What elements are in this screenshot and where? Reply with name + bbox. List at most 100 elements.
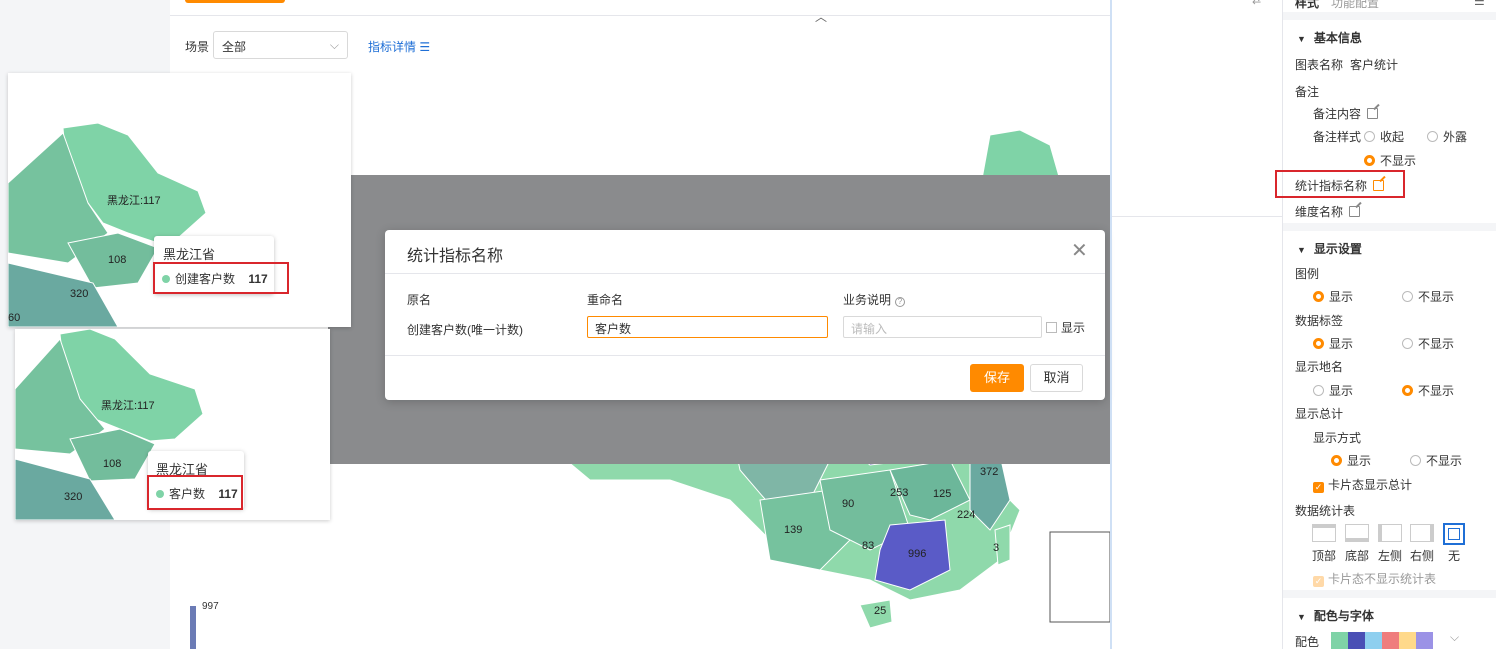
map-label: 139: [784, 524, 802, 536]
table-pos-label: 顶部: [1312, 549, 1337, 563]
map-label: 25: [874, 605, 886, 617]
radio-selected-icon[interactable]: [1364, 155, 1375, 166]
total-show[interactable]: 显示: [1331, 452, 1371, 469]
edit-icon[interactable]: [1373, 180, 1385, 191]
cancel-button[interactable]: 取消: [1030, 364, 1083, 392]
table-bottom-icon[interactable]: [1345, 524, 1369, 542]
chart-name-value: 客户统计: [1350, 58, 1399, 72]
data-label-show[interactable]: 显示: [1313, 335, 1353, 352]
show-checkbox-label: 显示: [1061, 321, 1086, 335]
legend-show[interactable]: 显示: [1313, 288, 1353, 305]
map-label: 125: [933, 488, 951, 500]
caret-down-icon: ▼: [1297, 34, 1306, 44]
radio-selected-icon[interactable]: [1331, 455, 1342, 466]
table-left-icon[interactable]: [1378, 524, 1402, 542]
dimension-label: 维度名称: [1295, 205, 1344, 219]
palette-swatches[interactable]: [1331, 632, 1433, 652]
radio-icon[interactable]: [1402, 338, 1413, 349]
right-panel-border: [1282, 0, 1283, 649]
rename-indicator-dialog: 统计指标名称 ✕ 原名 重命名 业务说明? 创建客户数(唯一计数) 客户数 请输…: [385, 230, 1105, 400]
palette-label: 配色: [1295, 635, 1320, 649]
table-top-icon[interactable]: [1312, 524, 1336, 542]
remark-content: 备注内容: [1313, 105, 1379, 122]
list-icon: ☰: [419, 40, 431, 54]
section-basic-info[interactable]: ▼ 基本信息: [1297, 29, 1362, 46]
radio-label: 不显示: [1380, 154, 1417, 168]
legend-gradient-bar: [190, 606, 196, 649]
edit-icon[interactable]: [1367, 108, 1379, 119]
scene-label: 场景: [185, 40, 210, 54]
table-none-icon[interactable]: [1443, 523, 1465, 545]
indicator-detail-link[interactable]: 指标详情 ☰: [368, 38, 430, 55]
remark-label: 备注: [1295, 85, 1320, 99]
dialog-divider: [385, 355, 1105, 356]
radio-label: 不显示: [1426, 454, 1463, 468]
data-label-hide[interactable]: 不显示: [1402, 335, 1454, 352]
display-mode-label: 显示方式: [1313, 431, 1362, 445]
help-icon[interactable]: ?: [895, 297, 906, 307]
check-icon[interactable]: ✓: [1313, 482, 1324, 493]
tooltip-metric: 创建客户数: [175, 272, 236, 286]
place-show[interactable]: 显示: [1313, 382, 1353, 399]
radio-icon[interactable]: [1402, 291, 1413, 302]
swap-icon[interactable]: ⇄: [1252, 0, 1261, 7]
original-name: 创建客户数(唯一计数): [407, 323, 523, 337]
radio-icon[interactable]: [1410, 455, 1421, 466]
legend-hide[interactable]: 不显示: [1402, 288, 1454, 305]
close-icon[interactable]: ✕: [1071, 238, 1088, 263]
chevron-down-icon[interactable]: ⌵: [1450, 630, 1459, 645]
column-original: 原名: [407, 293, 432, 307]
section-display-settings[interactable]: ▼ 显示设置: [1297, 240, 1362, 257]
table-right-icon[interactable]: [1410, 524, 1434, 542]
region-label: 60: [8, 312, 20, 324]
rename-input[interactable]: 客户数: [587, 316, 828, 338]
map-label: 224: [957, 509, 975, 521]
region-label: 108: [103, 458, 121, 470]
check-icon[interactable]: ✓: [1313, 576, 1324, 587]
section-basic-info-label: 基本信息: [1313, 31, 1362, 45]
stat-indicator-name: 统计指标名称: [1295, 177, 1385, 194]
save-button[interactable]: 保存: [970, 364, 1024, 392]
card-hide-table-checkbox[interactable]: ✓ 卡片态不显示统计表: [1313, 570, 1436, 587]
series-dot: [156, 490, 164, 498]
highlight-box: 客户数 117: [147, 475, 243, 510]
collapse-up-icon[interactable]: ︿: [815, 8, 827, 25]
radio-icon[interactable]: [1364, 131, 1375, 142]
tooltip-metric: 客户数: [169, 487, 206, 501]
card-total-checkbox[interactable]: ✓ 卡片态显示总计: [1313, 476, 1412, 493]
column-rename: 重命名: [587, 293, 624, 307]
tab-function-config[interactable]: 功能配置: [1331, 0, 1379, 11]
radio-icon[interactable]: [1313, 385, 1324, 396]
radio-selected-icon[interactable]: [1313, 338, 1324, 349]
indicator-detail-label: 指标详情: [368, 40, 417, 54]
map-label: 90: [842, 498, 854, 510]
checkbox-box[interactable]: [1046, 322, 1057, 333]
show-checkbox[interactable]: 显示: [1046, 319, 1085, 336]
dialog-divider: [385, 273, 1105, 274]
radio-label: 不显示: [1418, 384, 1455, 398]
edit-icon[interactable]: [1349, 206, 1361, 217]
radio-selected-icon[interactable]: [1402, 385, 1413, 396]
radio-selected-icon[interactable]: [1313, 291, 1324, 302]
remark-style-collapse[interactable]: 收起: [1364, 128, 1404, 145]
chevron-down-icon: ⌵: [329, 38, 339, 52]
show-place-label: 显示地名: [1295, 360, 1344, 374]
legend-label: 图例: [1295, 267, 1320, 281]
section-color-font[interactable]: ▼ 配色与字体: [1297, 607, 1374, 624]
description-placeholder: 请输入: [851, 322, 888, 336]
remark-style-hide[interactable]: 不显示: [1364, 152, 1416, 169]
column-description: 业务说明?: [843, 291, 906, 308]
tooltip-value: 117: [248, 272, 268, 286]
table-pos-label: 左侧: [1378, 549, 1403, 563]
scene-select[interactable]: 全部 ⌵: [213, 31, 348, 59]
total-hide[interactable]: 不显示: [1410, 452, 1462, 469]
place-hide[interactable]: 不显示: [1402, 382, 1454, 399]
radio-icon[interactable]: [1427, 131, 1438, 142]
tab-style[interactable]: 样式: [1295, 0, 1319, 11]
section-display-label: 显示设置: [1313, 242, 1362, 256]
description-input[interactable]: 请输入: [843, 316, 1042, 338]
tooltip-title: 黑龙江省: [163, 247, 216, 262]
menu-icon[interactable]: ☰: [1474, 0, 1485, 8]
remark-style-expose[interactable]: 外露: [1427, 128, 1467, 145]
panel-divider: [1110, 0, 1112, 649]
